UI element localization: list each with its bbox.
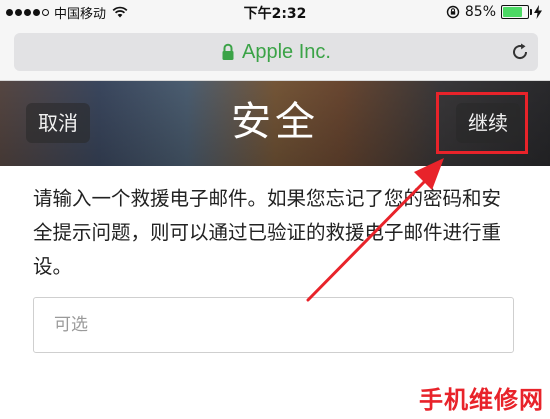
status-bar: 中国移动 下午2:32 85%: [0, 0, 550, 24]
address-bar[interactable]: Apple Inc.: [14, 33, 538, 71]
rotation-lock-icon: [446, 5, 460, 19]
battery-icon: [501, 5, 532, 19]
charging-icon: [534, 5, 542, 19]
rescue-email-description: 请输入一个救援电子邮件。如果您忘记了您的密码和安全提示问题，则可以通过已验证的救…: [33, 187, 502, 278]
rescue-email-input[interactable]: [33, 297, 514, 353]
continue-highlight-box: [436, 92, 528, 154]
address-bar-content: Apple Inc.: [14, 33, 538, 71]
browser-toolbar: Apple Inc.: [0, 24, 550, 81]
lock-icon: [222, 43, 234, 60]
reload-icon[interactable]: [510, 42, 530, 62]
battery-percent: 85%: [464, 4, 496, 20]
watermark-logo: 手机维修网: [419, 386, 544, 414]
status-right: 85%: [446, 3, 542, 21]
battery-level-fill: [503, 7, 522, 17]
site-name: Apple Inc.: [242, 40, 331, 63]
